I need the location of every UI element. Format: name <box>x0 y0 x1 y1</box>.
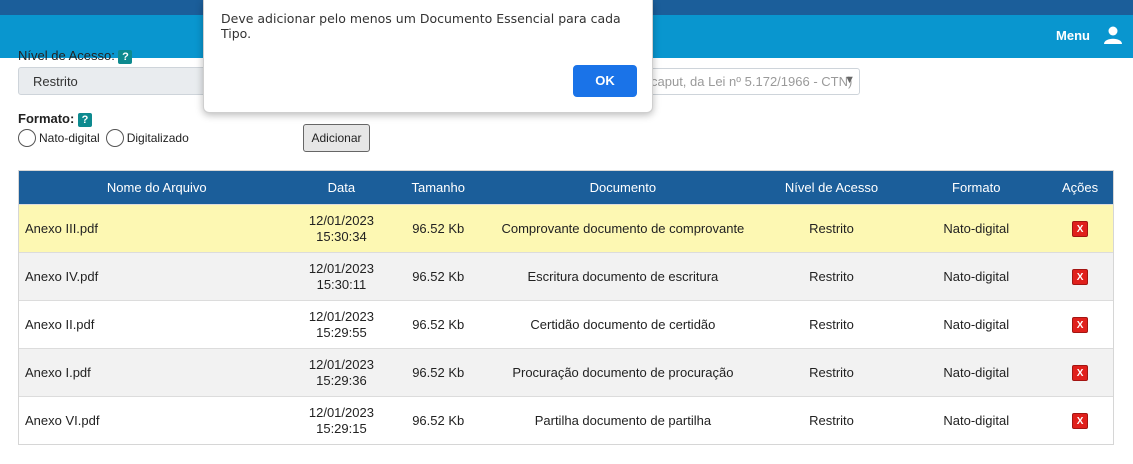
file-datetime: 12/01/2023 15:30:34 <box>295 205 389 252</box>
file-date: 12/01/2023 <box>308 260 374 276</box>
column-header-size: Tamanho <box>411 180 465 195</box>
access-level: Restrito <box>809 221 854 236</box>
user-icon[interactable] <box>1103 25 1123 45</box>
table-header: Nome do Arquivo Data Tamanho Documento N… <box>19 171 1113 204</box>
delete-icon[interactable]: X <box>1072 412 1089 429</box>
nivel-acesso-select[interactable]: Restrito <box>18 67 218 95</box>
file-size: 96.52 Kb <box>412 317 465 332</box>
alert-message: Deve adicionar pelo menos um Documento E… <box>221 11 621 41</box>
file-datetime: 12/01/2023 15:29:55 <box>295 301 389 348</box>
file-datetime: 12/01/2023 15:29:15 <box>295 397 389 444</box>
file-date: 12/01/2023 <box>308 212 374 228</box>
delete-icon[interactable]: X <box>1072 316 1089 333</box>
file-size: 96.52 Kb <box>412 221 465 236</box>
file-name: Anexo VI.pdf <box>25 413 100 428</box>
file-date: 12/01/2023 <box>308 404 374 420</box>
formato-label-text: Formato: <box>18 111 75 126</box>
file-format: Nato-digital <box>943 269 1010 284</box>
nivel-acesso-label-text: Nível de Acesso: <box>18 48 115 63</box>
chevron-down-icon: ▼ <box>844 74 855 86</box>
file-size: 96.52 Kb <box>412 269 465 284</box>
file-name: Anexo II.pdf <box>25 317 95 332</box>
radio-digitalizado-label: Digitalizado <box>126 131 189 145</box>
column-header-formato: Formato <box>952 180 1001 195</box>
actions-cell: X <box>1047 397 1113 444</box>
document-type: Certidão documento de certidão <box>530 317 716 332</box>
table-row[interactable]: Anexo VI.pdf 12/01/2023 15:29:15 96.52 K… <box>19 396 1113 444</box>
file-name: Anexo I.pdf <box>25 365 91 380</box>
file-format: Nato-digital <box>943 221 1010 236</box>
menu-link[interactable]: Menu <box>1056 28 1090 43</box>
file-time: 15:30:11 <box>316 276 367 292</box>
actions-cell: X <box>1047 205 1113 252</box>
file-time: 15:29:55 <box>316 324 367 340</box>
actions-cell: X <box>1047 301 1113 348</box>
add-button[interactable]: Adicionar <box>303 124 370 152</box>
document-type: Comprovante documento de comprovante <box>501 221 745 236</box>
nivel-acesso-label: Nível de Acesso: ? <box>18 48 133 64</box>
document-type: Procuração documento de procuração <box>512 365 734 380</box>
column-header-document: Documento <box>589 180 657 195</box>
file-name: Anexo IV.pdf <box>25 269 99 284</box>
file-date: 12/01/2023 <box>308 308 374 324</box>
table-row[interactable]: Anexo IV.pdf 12/01/2023 15:30:11 96.52 K… <box>19 252 1113 300</box>
access-level: Restrito <box>809 413 854 428</box>
file-date: 12/01/2023 <box>308 356 374 372</box>
help-icon[interactable]: ? <box>118 49 133 64</box>
file-time: 15:29:15 <box>316 420 367 436</box>
hipotese-legal-select[interactable]: caput, da Lei nº 5.172/1966 - CTN) ▼ <box>640 68 860 95</box>
access-level: Restrito <box>809 269 854 284</box>
actions-cell: X <box>1047 349 1113 396</box>
file-format: Nato-digital <box>943 413 1010 428</box>
table-row[interactable]: Anexo III.pdf 12/01/2023 15:30:34 96.52 … <box>19 204 1113 252</box>
file-size: 96.52 Kb <box>412 413 465 428</box>
file-time: 15:30:34 <box>316 228 367 244</box>
column-header-date: Data <box>327 179 356 195</box>
help-icon[interactable]: ? <box>77 112 92 127</box>
document-type: Escritura documento de escritura <box>527 269 719 284</box>
file-name: Anexo III.pdf <box>25 221 98 236</box>
file-datetime: 12/01/2023 15:29:36 <box>295 349 389 396</box>
file-format: Nato-digital <box>943 317 1010 332</box>
file-time: 15:29:36 <box>316 372 367 388</box>
document-type: Partilha documento de partilha <box>534 413 712 428</box>
table-row[interactable]: Anexo I.pdf 12/01/2023 15:29:36 96.52 Kb… <box>19 348 1113 396</box>
formato-radio-group: Nato-digital Digitalizado <box>18 129 195 147</box>
actions-cell: X <box>1047 253 1113 300</box>
file-size: 96.52 Kb <box>412 365 465 380</box>
file-format: Nato-digital <box>943 365 1010 380</box>
radio-nato-digital-label: Nato-digital <box>39 131 100 145</box>
table-row[interactable]: Anexo II.pdf 12/01/2023 15:29:55 96.52 K… <box>19 300 1113 348</box>
formato-label: Formato: ? <box>18 111 92 127</box>
delete-icon[interactable]: X <box>1072 220 1089 237</box>
alert-dialog: Deve adicionar pelo menos um Documento E… <box>203 0 653 113</box>
access-level: Restrito <box>809 317 854 332</box>
hipotese-legal-value: caput, da Lei nº 5.172/1966 - CTN) <box>651 74 853 89</box>
access-level: Restrito <box>809 365 854 380</box>
radio-digitalizado[interactable] <box>105 129 124 147</box>
delete-icon[interactable]: X <box>1072 364 1089 381</box>
delete-icon[interactable]: X <box>1072 268 1089 285</box>
ok-button[interactable]: OK <box>573 65 637 97</box>
radio-nato-digital[interactable] <box>18 129 36 147</box>
column-header-nivel: Nível de Acesso <box>784 180 879 195</box>
file-datetime: 12/01/2023 15:30:11 <box>295 253 389 300</box>
column-header-acoes: Ações <box>1061 180 1099 195</box>
column-header-name: Nome do Arquivo <box>106 180 207 195</box>
documents-table: Nome do Arquivo Data Tamanho Documento N… <box>18 170 1114 445</box>
